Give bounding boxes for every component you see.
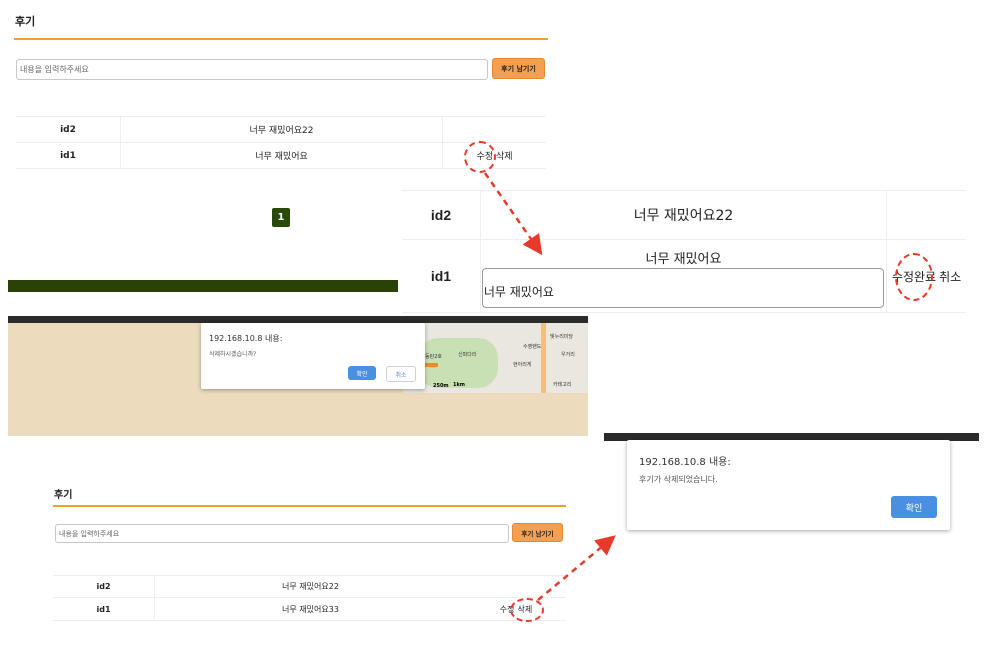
row-actions xyxy=(442,117,546,142)
table-row: id2 너무 재밌어요22 xyxy=(16,117,546,143)
row-id: id1 xyxy=(60,150,76,161)
table-row: id2 너무 재밌어요22 xyxy=(53,576,566,598)
edit-textarea[interactable]: 너무 재밌어요 xyxy=(481,268,884,308)
review-input[interactable]: 내용을 입력하주세요 xyxy=(16,59,488,80)
row-id: id2 xyxy=(96,582,111,591)
row-id: id1 xyxy=(430,268,452,284)
confirm-delete-dialog: 192.168.10.8 내용: 삭제하시겠습니까? 확인 취소 xyxy=(201,323,425,389)
road xyxy=(541,323,546,393)
row-content: 너무 재밌어요22 xyxy=(120,117,442,142)
row-actions xyxy=(886,191,966,239)
dialog-message: 후기가 삭제되었습니다. xyxy=(639,475,718,484)
table-row: id1 너무 재밌어요33 수정 삭제 xyxy=(53,598,566,621)
map-label: 카테고리 xyxy=(553,382,572,388)
map-label: 신파다리 xyxy=(458,352,477,358)
arrow-delete-to-alert xyxy=(537,535,616,601)
alert-ok-button[interactable]: 확인 xyxy=(891,496,937,518)
deleted-alert-dialog: 192.168.10.8 내용: 후기가 삭제되었습니다. 확인 xyxy=(627,440,950,530)
row-id: id2 xyxy=(430,207,452,223)
cancel-edit-button[interactable]: 취소 xyxy=(939,268,961,285)
dialog-message: 삭제하시겠습니까? xyxy=(209,351,257,358)
review-table: id2 너무 재밌어요22 id1 너무 재밌어요33 수정 삭제 xyxy=(53,575,566,621)
row-content: 너무 재밌어요 xyxy=(120,143,442,168)
row-content: 너무 재밌어요22 xyxy=(154,576,466,597)
map-label: 빛누리미당 xyxy=(550,334,574,340)
row-content: 너무 재밌어요33 xyxy=(154,598,466,620)
map-label: 수영랜도 xyxy=(523,344,542,350)
delete-button[interactable]: 삭제 xyxy=(496,149,513,162)
dialog-title: 192.168.10.8 내용: xyxy=(639,457,731,468)
map-label: 우거리 xyxy=(561,352,575,358)
row-id: id1 xyxy=(96,604,111,614)
map-tile: 수영랜도 빛누리미당 신파다리 우거리 현아리게 동탄2호 카테고리 250m … xyxy=(403,323,588,393)
map-label: 동탄2호 xyxy=(425,354,442,360)
pager-bar-background xyxy=(8,280,398,292)
arrow-edit-to-panel xyxy=(483,172,543,256)
map-scale-label: 250m xyxy=(433,383,449,389)
submit-review-button[interactable]: 후기 남기기 xyxy=(492,58,545,79)
row-id: id2 xyxy=(60,124,76,135)
map-scale-label: 1km xyxy=(453,382,466,388)
save-callout-circle xyxy=(895,253,933,301)
review-input[interactable]: 내용을 입력하주세요 xyxy=(55,524,509,543)
title-divider xyxy=(53,505,566,507)
confirm-cancel-button[interactable]: 취소 xyxy=(386,366,416,382)
title-divider xyxy=(14,38,548,40)
confirm-ok-button[interactable]: 확인 xyxy=(348,366,376,380)
map-label: 현아리게 xyxy=(513,362,532,368)
page-1-button[interactable]: 1 xyxy=(272,208,290,227)
review-title: 후기 xyxy=(15,15,36,28)
window-top-bar xyxy=(8,316,588,323)
dialog-title: 192.168.10.8 내용: xyxy=(209,334,283,343)
review-title: 후기 xyxy=(54,490,73,501)
